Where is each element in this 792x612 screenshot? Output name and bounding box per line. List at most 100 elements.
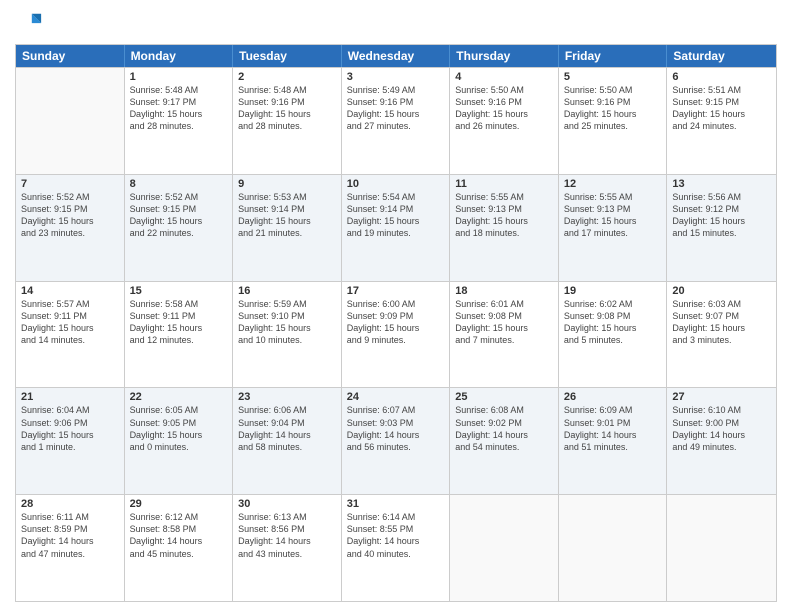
calendar-cell: 2Sunrise: 5:48 AMSunset: 9:16 PMDaylight… xyxy=(233,68,342,174)
day-info: Sunrise: 5:52 AMSunset: 9:15 PMDaylight:… xyxy=(130,191,228,240)
calendar-cell xyxy=(559,495,668,601)
calendar-cell: 30Sunrise: 6:13 AMSunset: 8:56 PMDayligh… xyxy=(233,495,342,601)
day-number: 14 xyxy=(21,285,119,297)
calendar-body: 1Sunrise: 5:48 AMSunset: 9:17 PMDaylight… xyxy=(16,67,776,601)
calendar: SundayMondayTuesdayWednesdayThursdayFrid… xyxy=(15,44,777,602)
day-number: 15 xyxy=(130,285,228,297)
day-number: 16 xyxy=(238,285,336,297)
day-info: Sunrise: 6:05 AMSunset: 9:05 PMDaylight:… xyxy=(130,404,228,453)
day-info: Sunrise: 5:55 AMSunset: 9:13 PMDaylight:… xyxy=(455,191,553,240)
day-number: 28 xyxy=(21,498,119,510)
calendar-cell: 28Sunrise: 6:11 AMSunset: 8:59 PMDayligh… xyxy=(16,495,125,601)
day-info: Sunrise: 5:58 AMSunset: 9:11 PMDaylight:… xyxy=(130,298,228,347)
day-number: 17 xyxy=(347,285,445,297)
day-info: Sunrise: 6:04 AMSunset: 9:06 PMDaylight:… xyxy=(21,404,119,453)
day-info: Sunrise: 6:13 AMSunset: 8:56 PMDaylight:… xyxy=(238,511,336,560)
day-number: 9 xyxy=(238,178,336,190)
calendar-cell: 7Sunrise: 5:52 AMSunset: 9:15 PMDaylight… xyxy=(16,175,125,281)
day-info: Sunrise: 5:55 AMSunset: 9:13 PMDaylight:… xyxy=(564,191,662,240)
day-info: Sunrise: 5:50 AMSunset: 9:16 PMDaylight:… xyxy=(564,84,662,133)
calendar-cell: 9Sunrise: 5:53 AMSunset: 9:14 PMDaylight… xyxy=(233,175,342,281)
day-number: 12 xyxy=(564,178,662,190)
day-number: 27 xyxy=(672,391,771,403)
calendar-cell: 21Sunrise: 6:04 AMSunset: 9:06 PMDayligh… xyxy=(16,388,125,494)
day-info: Sunrise: 6:07 AMSunset: 9:03 PMDaylight:… xyxy=(347,404,445,453)
day-info: Sunrise: 6:10 AMSunset: 9:00 PMDaylight:… xyxy=(672,404,771,453)
calendar-cell: 1Sunrise: 5:48 AMSunset: 9:17 PMDaylight… xyxy=(125,68,234,174)
day-number: 22 xyxy=(130,391,228,403)
day-number: 31 xyxy=(347,498,445,510)
day-number: 29 xyxy=(130,498,228,510)
day-info: Sunrise: 6:14 AMSunset: 8:55 PMDaylight:… xyxy=(347,511,445,560)
calendar-cell xyxy=(667,495,776,601)
day-info: Sunrise: 6:03 AMSunset: 9:07 PMDaylight:… xyxy=(672,298,771,347)
day-info: Sunrise: 6:08 AMSunset: 9:02 PMDaylight:… xyxy=(455,404,553,453)
calendar-row-1: 1Sunrise: 5:48 AMSunset: 9:17 PMDaylight… xyxy=(16,67,776,174)
day-info: Sunrise: 5:48 AMSunset: 9:16 PMDaylight:… xyxy=(238,84,336,133)
day-number: 1 xyxy=(130,71,228,83)
day-info: Sunrise: 6:01 AMSunset: 9:08 PMDaylight:… xyxy=(455,298,553,347)
weekday-header-tuesday: Tuesday xyxy=(233,45,342,67)
calendar-header: SundayMondayTuesdayWednesdayThursdayFrid… xyxy=(16,45,776,67)
calendar-cell: 13Sunrise: 5:56 AMSunset: 9:12 PMDayligh… xyxy=(667,175,776,281)
day-info: Sunrise: 6:09 AMSunset: 9:01 PMDaylight:… xyxy=(564,404,662,453)
calendar-cell: 12Sunrise: 5:55 AMSunset: 9:13 PMDayligh… xyxy=(559,175,668,281)
day-number: 13 xyxy=(672,178,771,190)
day-info: Sunrise: 5:57 AMSunset: 9:11 PMDaylight:… xyxy=(21,298,119,347)
calendar-cell xyxy=(16,68,125,174)
calendar-cell: 11Sunrise: 5:55 AMSunset: 9:13 PMDayligh… xyxy=(450,175,559,281)
day-number: 24 xyxy=(347,391,445,403)
day-number: 20 xyxy=(672,285,771,297)
day-info: Sunrise: 5:48 AMSunset: 9:17 PMDaylight:… xyxy=(130,84,228,133)
day-number: 26 xyxy=(564,391,662,403)
calendar-cell: 25Sunrise: 6:08 AMSunset: 9:02 PMDayligh… xyxy=(450,388,559,494)
day-number: 19 xyxy=(564,285,662,297)
calendar-row-2: 7Sunrise: 5:52 AMSunset: 9:15 PMDaylight… xyxy=(16,174,776,281)
day-info: Sunrise: 5:54 AMSunset: 9:14 PMDaylight:… xyxy=(347,191,445,240)
day-info: Sunrise: 5:51 AMSunset: 9:15 PMDaylight:… xyxy=(672,84,771,133)
page: SundayMondayTuesdayWednesdayThursdayFrid… xyxy=(0,0,792,612)
day-number: 21 xyxy=(21,391,119,403)
calendar-cell: 8Sunrise: 5:52 AMSunset: 9:15 PMDaylight… xyxy=(125,175,234,281)
day-info: Sunrise: 6:12 AMSunset: 8:58 PMDaylight:… xyxy=(130,511,228,560)
logo-icon xyxy=(15,10,43,38)
day-info: Sunrise: 6:00 AMSunset: 9:09 PMDaylight:… xyxy=(347,298,445,347)
day-number: 2 xyxy=(238,71,336,83)
day-info: Sunrise: 5:56 AMSunset: 9:12 PMDaylight:… xyxy=(672,191,771,240)
calendar-row-3: 14Sunrise: 5:57 AMSunset: 9:11 PMDayligh… xyxy=(16,281,776,388)
weekday-header-monday: Monday xyxy=(125,45,234,67)
day-number: 8 xyxy=(130,178,228,190)
day-info: Sunrise: 6:06 AMSunset: 9:04 PMDaylight:… xyxy=(238,404,336,453)
calendar-cell xyxy=(450,495,559,601)
calendar-cell: 26Sunrise: 6:09 AMSunset: 9:01 PMDayligh… xyxy=(559,388,668,494)
calendar-cell: 3Sunrise: 5:49 AMSunset: 9:16 PMDaylight… xyxy=(342,68,451,174)
calendar-cell: 16Sunrise: 5:59 AMSunset: 9:10 PMDayligh… xyxy=(233,282,342,388)
calendar-cell: 17Sunrise: 6:00 AMSunset: 9:09 PMDayligh… xyxy=(342,282,451,388)
calendar-cell: 18Sunrise: 6:01 AMSunset: 9:08 PMDayligh… xyxy=(450,282,559,388)
calendar-cell: 24Sunrise: 6:07 AMSunset: 9:03 PMDayligh… xyxy=(342,388,451,494)
calendar-cell: 19Sunrise: 6:02 AMSunset: 9:08 PMDayligh… xyxy=(559,282,668,388)
calendar-cell: 14Sunrise: 5:57 AMSunset: 9:11 PMDayligh… xyxy=(16,282,125,388)
weekday-header-saturday: Saturday xyxy=(667,45,776,67)
day-number: 11 xyxy=(455,178,553,190)
day-number: 30 xyxy=(238,498,336,510)
weekday-header-friday: Friday xyxy=(559,45,668,67)
weekday-header-sunday: Sunday xyxy=(16,45,125,67)
weekday-header-wednesday: Wednesday xyxy=(342,45,451,67)
calendar-cell: 6Sunrise: 5:51 AMSunset: 9:15 PMDaylight… xyxy=(667,68,776,174)
day-number: 3 xyxy=(347,71,445,83)
day-number: 18 xyxy=(455,285,553,297)
day-number: 4 xyxy=(455,71,553,83)
weekday-header-thursday: Thursday xyxy=(450,45,559,67)
calendar-cell: 27Sunrise: 6:10 AMSunset: 9:00 PMDayligh… xyxy=(667,388,776,494)
day-number: 5 xyxy=(564,71,662,83)
day-info: Sunrise: 5:53 AMSunset: 9:14 PMDaylight:… xyxy=(238,191,336,240)
calendar-cell: 22Sunrise: 6:05 AMSunset: 9:05 PMDayligh… xyxy=(125,388,234,494)
day-info: Sunrise: 5:52 AMSunset: 9:15 PMDaylight:… xyxy=(21,191,119,240)
calendar-row-5: 28Sunrise: 6:11 AMSunset: 8:59 PMDayligh… xyxy=(16,494,776,601)
day-number: 23 xyxy=(238,391,336,403)
calendar-row-4: 21Sunrise: 6:04 AMSunset: 9:06 PMDayligh… xyxy=(16,387,776,494)
calendar-cell: 15Sunrise: 5:58 AMSunset: 9:11 PMDayligh… xyxy=(125,282,234,388)
day-info: Sunrise: 6:02 AMSunset: 9:08 PMDaylight:… xyxy=(564,298,662,347)
day-number: 10 xyxy=(347,178,445,190)
